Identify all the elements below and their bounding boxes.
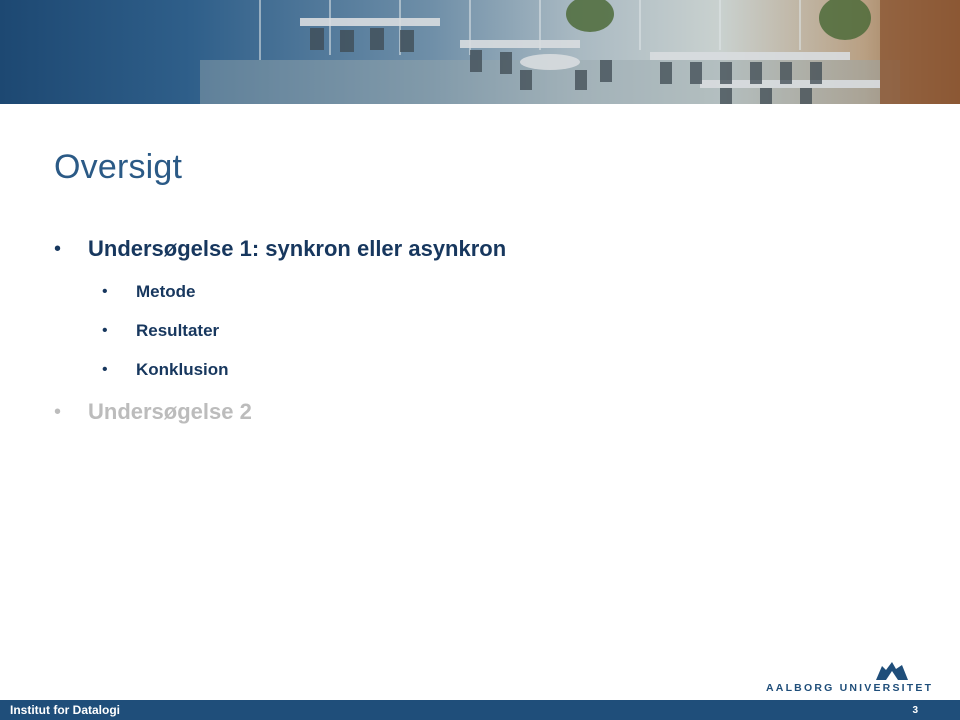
bullet-icon: • — [54, 401, 62, 423]
sub-bullet-text: Konklusion — [136, 360, 229, 379]
university-logo: AALBORG UNIVERSITET — [766, 660, 931, 696]
sub-bullet-text: Metode — [136, 282, 196, 301]
bullet-text: Undersøgelse 2 — [88, 399, 252, 424]
institute-label: Institut for Datalogi — [10, 703, 120, 717]
bullet-text: Undersøgelse 1: synkron eller asynkron — [88, 236, 507, 261]
sub-bullet-text: Resultater — [136, 321, 220, 340]
bullet-icon: • — [102, 283, 108, 300]
bullet-icon: • — [54, 238, 62, 260]
logo-text: AALBORG UNIVERSITET — [766, 682, 934, 694]
banner-illustration — [200, 0, 960, 104]
logo-emblem-icon — [876, 662, 908, 680]
sub-bullet-item: • Resultater — [54, 311, 506, 350]
bullet-icon: • — [102, 361, 108, 378]
sub-bullet-item: • Konklusion — [54, 350, 506, 389]
footer-bar: Institut for Datalogi 3 — [0, 700, 960, 720]
bullet-list: • Undersøgelse 1: synkron eller asynkron… — [54, 232, 506, 429]
sub-bullet-list: • Metode • Resultater • Konklusion — [54, 272, 506, 389]
bullet-item-dimmed: • Undersøgelse 2 — [54, 395, 506, 429]
slide-title: Oversigt — [54, 148, 183, 186]
sub-bullet-item: • Metode — [54, 272, 506, 311]
bullet-item: • Undersøgelse 1: synkron eller asynkron — [54, 232, 506, 266]
page-number: 3 — [912, 705, 918, 716]
header-banner-photo — [0, 0, 960, 104]
slide: Oversigt • Undersøgelse 1: synkron eller… — [0, 0, 960, 720]
bullet-icon: • — [102, 322, 108, 339]
